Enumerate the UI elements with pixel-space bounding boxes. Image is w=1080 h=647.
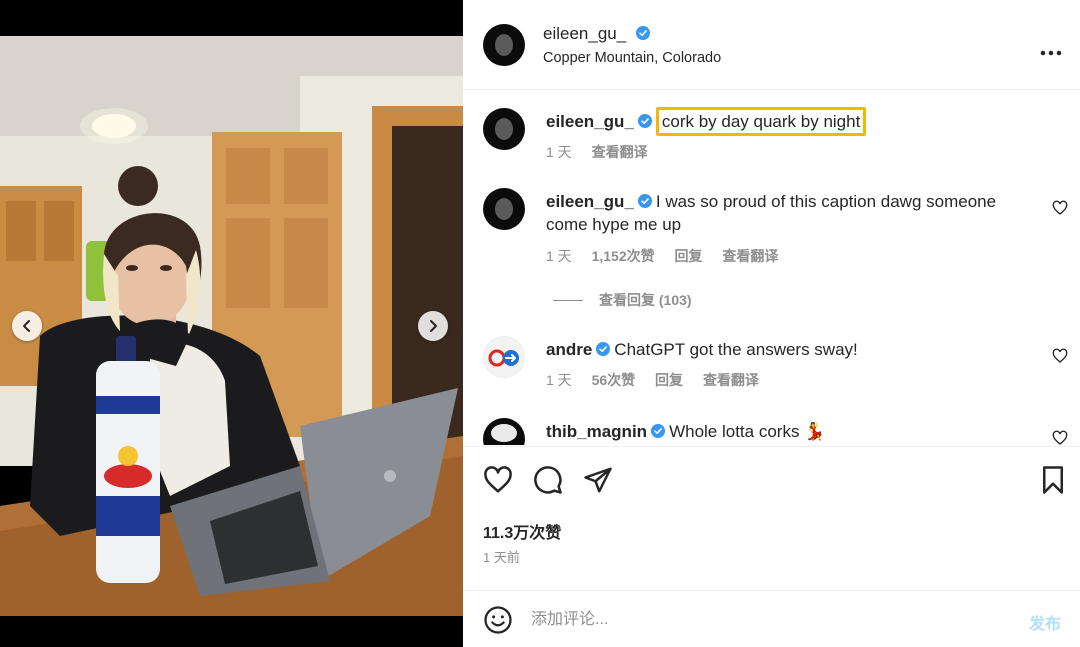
comment-text: Whole lotta corks 💃 — [669, 422, 826, 441]
comment-likes[interactable]: 1,152次赞 — [592, 248, 655, 264]
avatar[interactable] — [483, 188, 525, 230]
post-actions: 11.3万次赞 1 天前 — [463, 446, 1080, 586]
next-slide-button[interactable] — [418, 311, 448, 341]
verified-badge-icon — [637, 114, 652, 128]
post-photo[interactable] — [0, 36, 463, 616]
save-bookmark-icon[interactable] — [1038, 465, 1068, 495]
avatar[interactable] — [483, 418, 525, 445]
avatar[interactable] — [483, 336, 525, 378]
avatar[interactable] — [483, 108, 525, 150]
replies-divider — [553, 299, 583, 301]
comment-bubble-icon[interactable] — [533, 465, 563, 495]
avatar-logo-icon — [488, 349, 519, 367]
comment-username[interactable]: thib_magnin — [546, 422, 647, 441]
post-photo-illustration — [0, 36, 463, 616]
comment-time[interactable]: 1 天 — [546, 372, 572, 388]
likes-count[interactable]: 11.3万次赞 — [483, 519, 561, 543]
caption-text-row: eileen_gu_ cork by day quark by night — [546, 107, 1026, 136]
share-send-icon[interactable] — [583, 465, 613, 495]
emoji-icon[interactable] — [483, 605, 513, 635]
like-heart-icon[interactable] — [483, 465, 513, 495]
post-media-panel — [0, 0, 463, 647]
comment-text-row: thib_magnin Whole lotta corks 💃 — [546, 420, 1026, 443]
reply-button[interactable]: 回复 — [675, 248, 703, 264]
comment-time[interactable]: 1 天 — [546, 248, 572, 264]
like-comment-heart-icon[interactable] — [1052, 430, 1068, 445]
see-translation-link[interactable]: 查看翻译 — [722, 248, 778, 264]
see-translation-link[interactable]: 查看翻译 — [592, 144, 648, 160]
avatar[interactable] — [483, 24, 525, 66]
comment-meta: 1 天 56次赞 回复 查看翻译 — [546, 370, 775, 390]
comment-text-row: andre ChatGPT got the answers sway! — [546, 338, 1026, 361]
comment-username[interactable]: eileen_gu_ — [546, 192, 634, 211]
comment-meta: 1 天 1,152次赞 回复 查看翻译 — [546, 246, 794, 266]
view-replies-label: 查看回复 (103) — [599, 292, 692, 308]
comment-username[interactable]: andre — [546, 340, 592, 359]
post-author[interactable]: eileen_gu_ — [543, 24, 650, 44]
post-header: eileen_gu_ Copper Mountain, Colorado — [463, 0, 1080, 90]
chevron-left-icon — [23, 320, 30, 332]
verified-badge-icon — [635, 26, 650, 40]
chevron-right-icon — [430, 320, 437, 332]
verified-badge-icon — [651, 424, 666, 438]
more-horizontal-icon — [1040, 50, 1062, 56]
add-comment-bar: 发布 — [463, 590, 1080, 647]
more-options-button[interactable] — [1040, 36, 1062, 62]
caption-text: cork by day quark by night — [655, 107, 867, 136]
post-comment-button[interactable]: 发布 — [1029, 610, 1061, 634]
verified-badge-icon — [637, 194, 652, 208]
post-details-panel: eileen_gu_ Copper Mountain, Colorado eil… — [463, 0, 1080, 647]
caption-meta: 1 天 查看翻译 — [546, 142, 664, 162]
verified-badge-icon — [596, 342, 611, 356]
see-translation-link[interactable]: 查看翻译 — [703, 372, 759, 388]
comment-text-row: eileen_gu_ I was so proud of this caption… — [546, 190, 1026, 236]
reply-button[interactable]: 回复 — [655, 372, 683, 388]
post-location[interactable]: Copper Mountain, Colorado — [543, 50, 721, 66]
comment-likes[interactable]: 56次赞 — [592, 372, 636, 388]
like-comment-heart-icon[interactable] — [1052, 348, 1068, 364]
posted-time[interactable]: 1 天前 — [483, 547, 520, 566]
previous-slide-button[interactable] — [12, 311, 42, 341]
like-comment-heart-icon[interactable] — [1052, 200, 1068, 216]
comment-text: ChatGPT got the answers sway! — [614, 340, 858, 359]
caption-time[interactable]: 1 天 — [546, 144, 572, 160]
post-author-username[interactable]: eileen_gu_ — [543, 24, 626, 43]
comments-list[interactable]: eileen_gu_ cork by day quark by night 1 天… — [463, 90, 1080, 445]
caption-username[interactable]: eileen_gu_ — [546, 112, 634, 131]
comment-input[interactable] — [531, 605, 1011, 635]
view-replies-button[interactable]: 查看回复 (103) — [553, 290, 692, 310]
